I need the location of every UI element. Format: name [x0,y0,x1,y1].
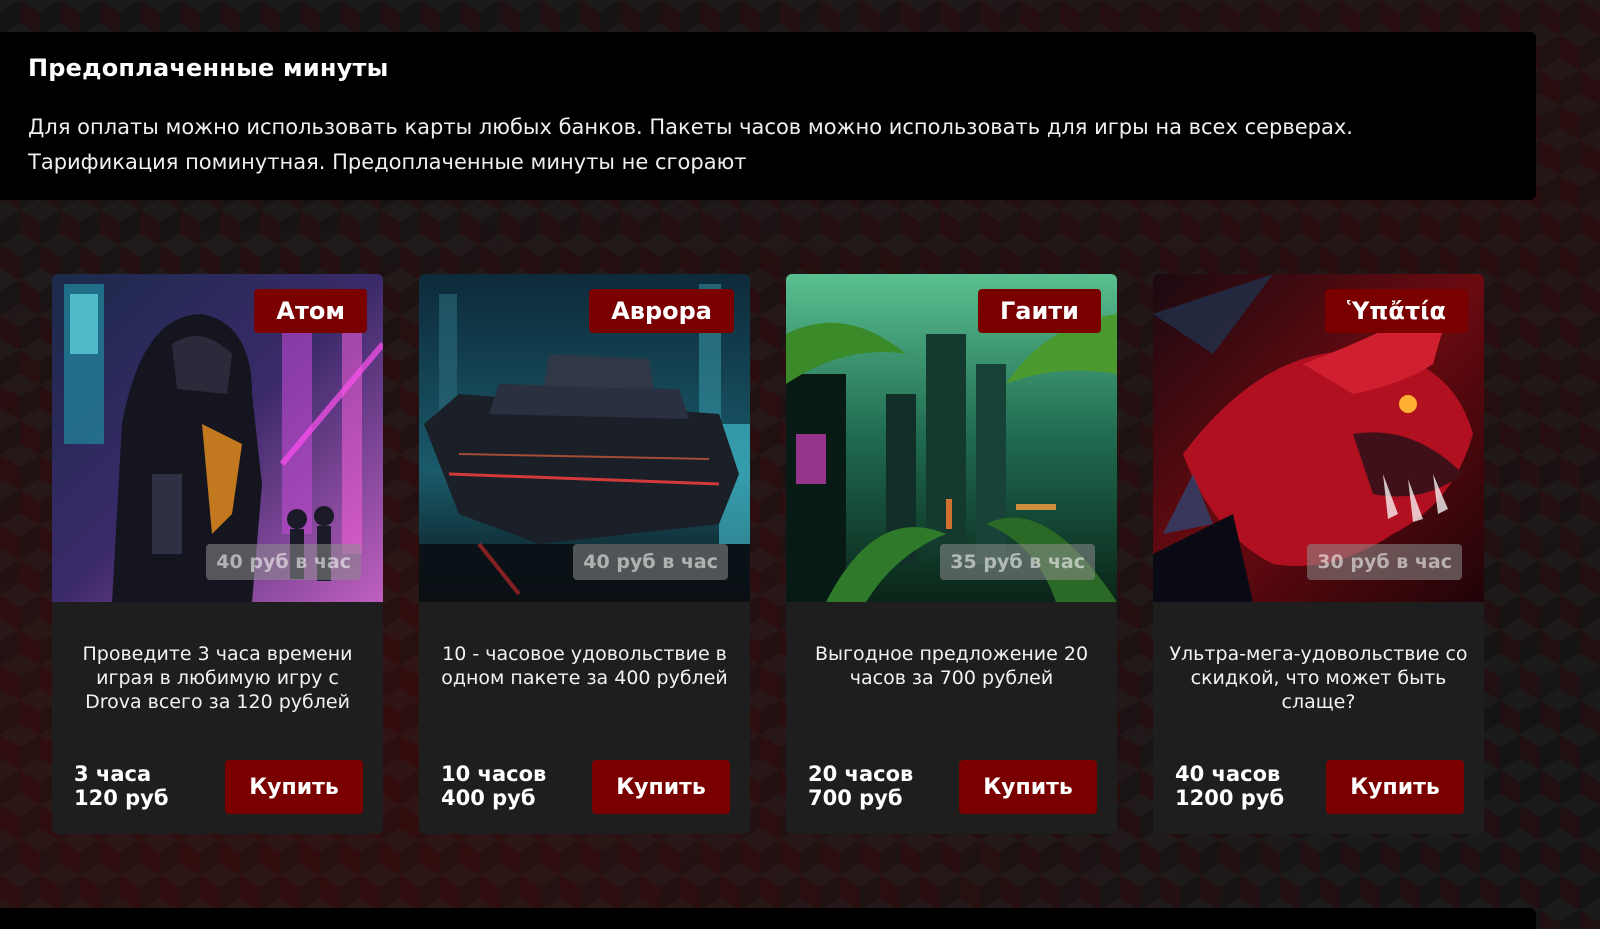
section-description-line1: Для оплаты можно использовать карты любы… [28,115,1353,139]
buy-button[interactable]: Купить [1326,760,1464,814]
card-description: Проведите 3 часа времени играя в любимую… [82,643,353,713]
package-price: 400 руб [441,786,536,810]
buy-button[interactable]: Купить [959,760,1097,814]
package-hours: 20 часов [808,762,914,786]
card-image-ship: Аврора 40 руб в час [419,274,750,602]
package-hours: 10 часов [441,762,547,786]
package-amount: 20 часов 700 руб [808,762,913,810]
package-amount: 10 часов 400 руб [441,762,546,810]
card-image-dragon: Ὑπἄτία 30 руб в час [1153,274,1484,602]
package-card-haiti: Гаити 35 руб в час Выгодное предложение … [786,274,1117,834]
card-description: Выгодное предложение 20 часов за 700 руб… [814,643,1089,689]
buy-button[interactable]: Купить [225,760,363,814]
package-hours: 40 часов [1175,762,1281,786]
hourly-rate-badge: 35 руб в час [940,544,1095,580]
server-name-tag: Атом [254,289,367,333]
package-cards: Атом 40 руб в час Проведите 3 часа време… [52,274,1484,834]
server-name-tag: Аврора [589,289,734,333]
hourly-rate-badge: 40 руб в час [573,544,728,580]
section-description-line2: Тарификация поминутная. Предоплаченные м… [28,150,747,174]
package-price: 700 руб [808,786,903,810]
info-panel: Предоплаченные минуты Для оплаты можно и… [0,32,1536,200]
buy-button[interactable]: Купить [592,760,730,814]
section-title: Предоплаченные минуты [28,54,389,82]
package-card-atom: Атом 40 руб в час Проведите 3 часа време… [52,274,383,834]
next-section-panel [0,908,1536,929]
package-hours: 3 часа [74,762,152,786]
card-image-cyborg: Атом 40 руб в час [52,274,383,602]
package-price: 1200 руб [1175,786,1285,810]
card-image-jungle: Гаити 35 руб в час [786,274,1117,602]
server-name-tag: Гаити [977,289,1101,333]
package-card-aurora: Аврора 40 руб в час 10 - часовое удоволь… [419,274,750,834]
hourly-rate-badge: 40 руб в час [206,544,361,580]
card-description: Ультра-мега-удовольствие со скидкой, что… [1169,643,1468,713]
hourly-rate-badge: 30 руб в час [1307,544,1462,580]
server-name-tag: Ὑπἄτία [1325,289,1468,333]
package-amount: 40 часов 1200 руб [1175,762,1284,810]
card-description: 10 - часовое удовольствие в одном пакете… [441,643,728,689]
package-price: 120 руб [74,786,169,810]
package-card-hypatia: Ὑπἄτία 30 руб в час Ультра-мега-удовольс… [1153,274,1484,834]
package-amount: 3 часа 120 руб [74,762,169,810]
